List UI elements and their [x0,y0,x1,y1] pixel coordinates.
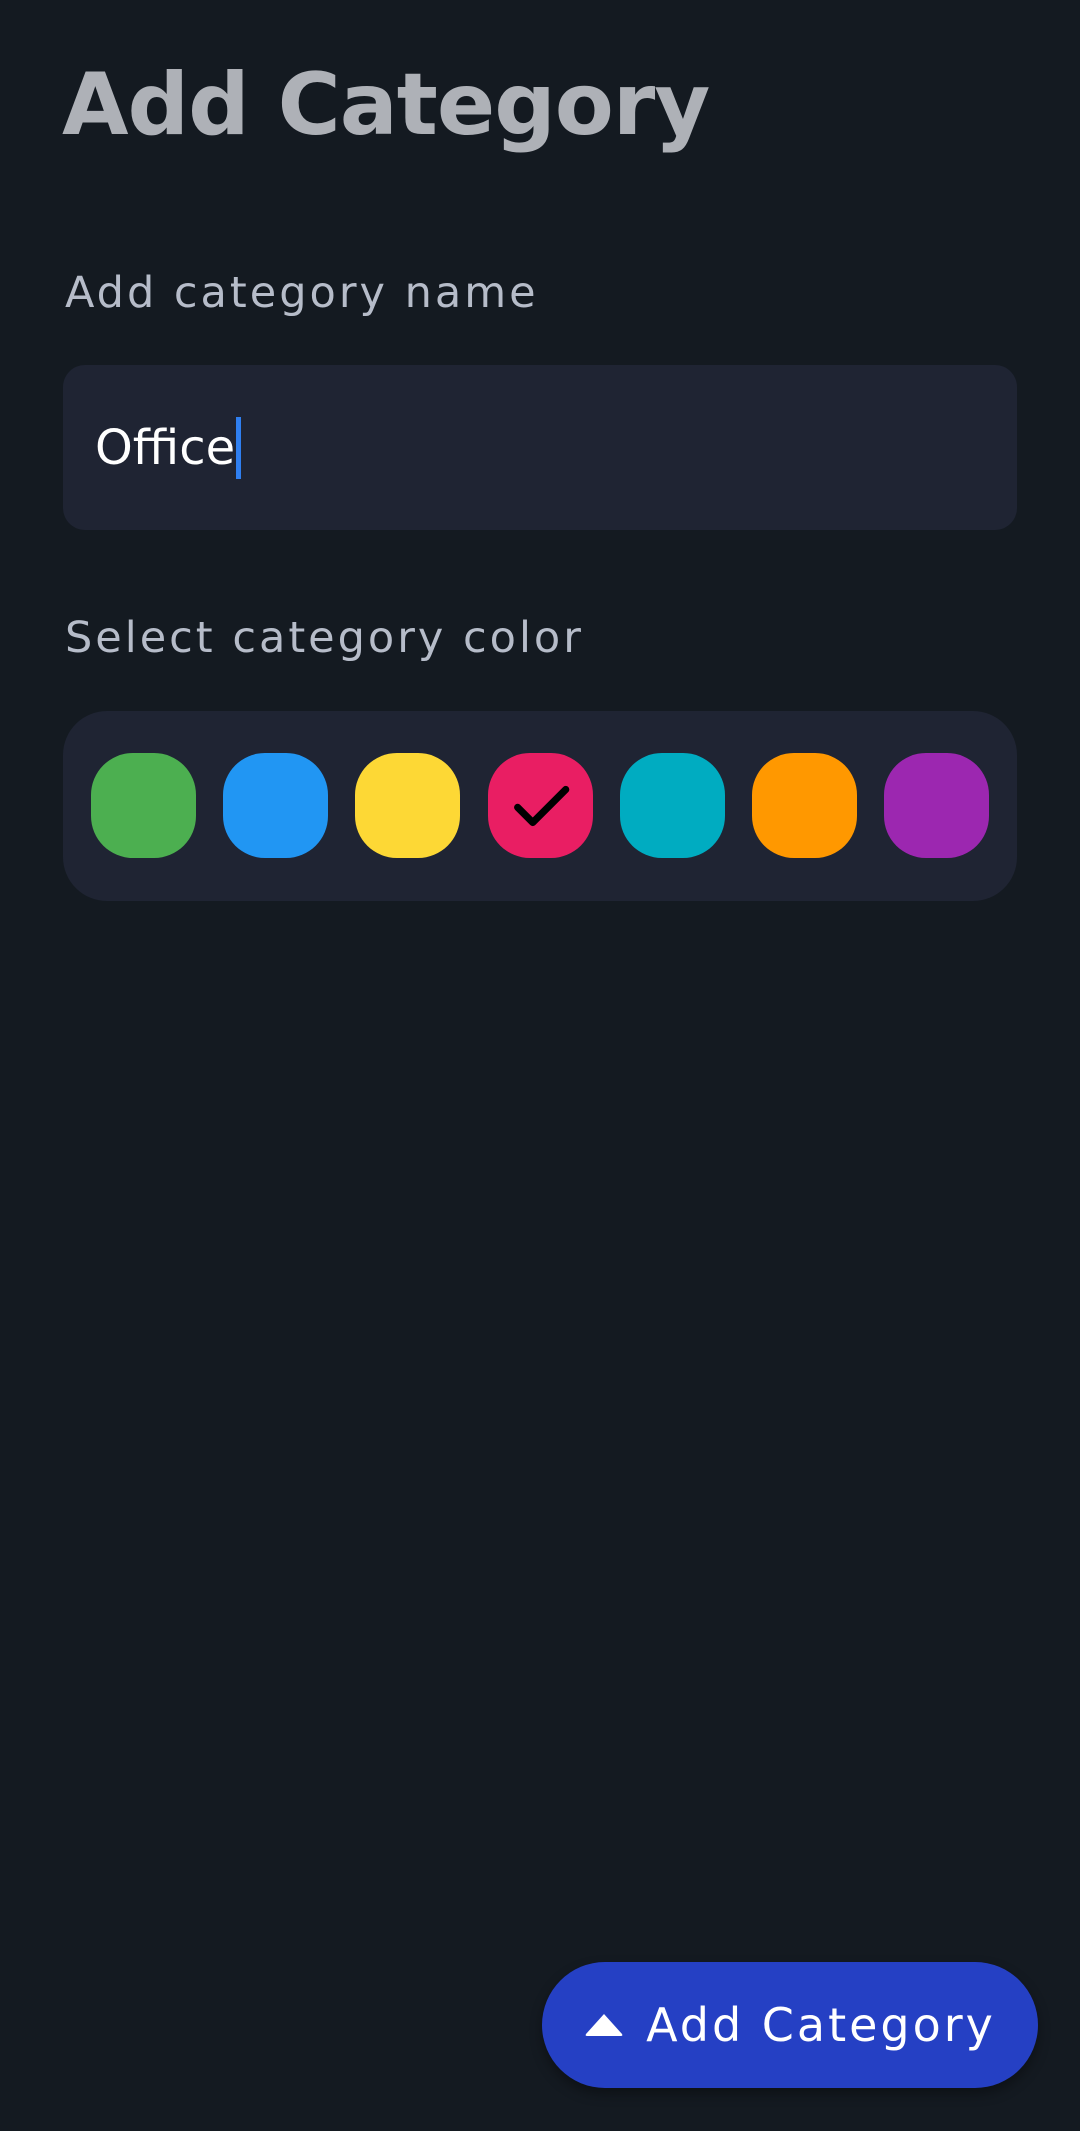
arrow-up-icon [585,2014,623,2036]
page-title: Add Category [62,55,710,155]
category-name-label: Add category name [65,268,539,318]
color-swatch-yellow[interactable] [355,753,460,858]
color-swatch-cyan[interactable] [620,753,725,858]
color-swatch-purple[interactable] [884,753,989,858]
color-swatch-orange[interactable] [752,753,857,858]
add-category-button-label: Add Category [646,1998,996,2052]
color-swatch-blue[interactable] [223,753,328,858]
category-color-label: Select category color [65,613,584,663]
color-swatch-green[interactable] [91,753,196,858]
category-name-value: Office [95,419,236,476]
text-caret [236,416,242,479]
add-category-button[interactable]: Add Category [542,1962,1038,2088]
color-picker [63,711,1017,901]
checkmark-icon [513,785,569,826]
category-name-input[interactable]: Office [63,365,1017,530]
color-swatch-pink[interactable] [488,753,593,858]
